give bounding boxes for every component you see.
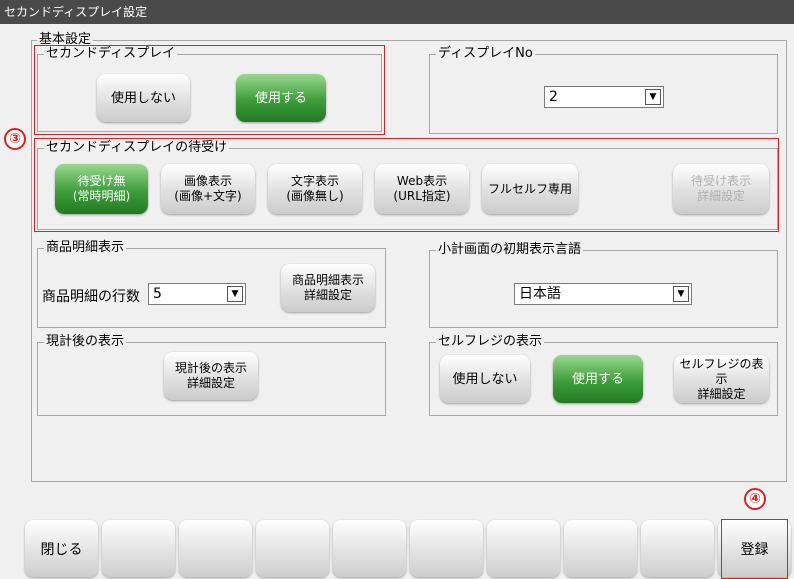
after-settlement-label: 現計後の表示	[44, 334, 127, 350]
chevron-down-icon[interactable]: ▼	[227, 286, 243, 302]
display-no-select[interactable]: 2 ▼	[544, 86, 664, 108]
footer-empty-button-8[interactable]	[641, 520, 714, 577]
chevron-down-icon[interactable]: ▼	[645, 89, 661, 105]
highlight-box-register	[721, 519, 788, 579]
button-line1: セルフレジの表示	[679, 356, 764, 386]
button-line2: 詳細設定	[303, 288, 352, 302]
annotation-marker-3: ③	[4, 128, 26, 150]
button-label: 閉じる	[40, 541, 83, 558]
subtotal-language-value: 日本語	[519, 286, 561, 302]
self-register-settings-button[interactable]: セルフレジの表示 詳細設定	[674, 355, 769, 403]
display-no-label: ディスプレイNo	[436, 46, 535, 62]
footer-empty-button-7[interactable]	[564, 520, 637, 577]
self-register-label: セルフレジの表示	[436, 334, 545, 350]
item-detail-rows-value: 5	[153, 286, 162, 302]
button-line1: 現計後の表示	[174, 361, 247, 375]
self-register-not-use-button[interactable]: 使用しない	[440, 355, 530, 403]
close-button[interactable]: 閉じる	[25, 520, 98, 577]
button-line1: 商品明細表示	[291, 273, 364, 287]
display-no-value: 2	[549, 89, 558, 105]
item-detail-rows-label: 商品明細の行数	[42, 289, 140, 305]
footer-empty-button-4[interactable]	[333, 520, 406, 577]
item-detail-rows-select[interactable]: 5 ▼	[148, 283, 246, 305]
button-line2: 詳細設定	[186, 376, 235, 390]
footer-empty-button-2[interactable]	[179, 520, 252, 577]
button-line2: 詳細設定	[697, 386, 746, 401]
subtotal-language-select[interactable]: 日本語 ▼	[514, 283, 692, 305]
self-register-use-button[interactable]: 使用する	[553, 355, 643, 403]
button-label: 使用しない	[452, 371, 518, 387]
footer-empty-button-6[interactable]	[487, 520, 560, 577]
chevron-down-icon[interactable]: ▼	[673, 286, 689, 302]
footer-empty-button-5[interactable]	[410, 520, 483, 577]
window-title: セカンドディスプレイ設定	[0, 0, 794, 24]
annotation-marker-4: ④	[744, 488, 766, 510]
subtotal-language-label: 小計画面の初期表示言語	[436, 242, 584, 258]
item-detail-label: 商品明細表示	[44, 240, 127, 256]
item-detail-settings-button[interactable]: 商品明細表示 詳細設定	[281, 264, 375, 312]
highlight-box-second-display	[34, 45, 385, 135]
highlight-box-standby	[34, 138, 779, 232]
button-label: 使用する	[571, 371, 624, 387]
footer-empty-button-3[interactable]	[256, 520, 329, 577]
footer-empty-button-1[interactable]	[102, 520, 175, 577]
after-settlement-settings-button[interactable]: 現計後の表示 詳細設定	[164, 352, 258, 400]
